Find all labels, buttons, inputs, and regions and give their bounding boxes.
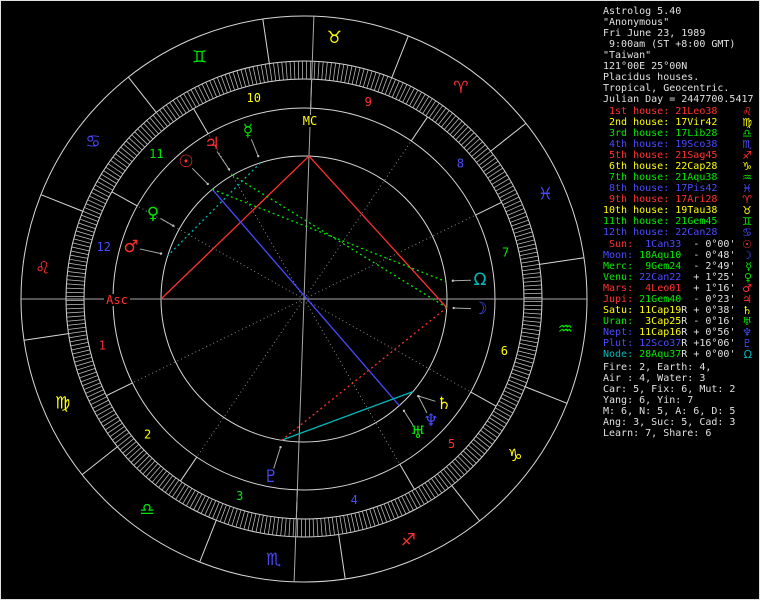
house-row: 11th house: 21Gem45 ♊ (603, 215, 752, 228)
aspect-sextile-line (167, 162, 261, 257)
info-panel: Astrolog 5.40 "Anonymous" Fri June 23, 1… (603, 1, 759, 599)
house-number: 6 (501, 344, 508, 358)
mc-label: MC (303, 114, 317, 128)
house-system: Placidus houses. (603, 72, 700, 83)
house-row: 1st house: 21Leo38 ♌ (603, 105, 752, 118)
sign-aquarius-icon: ♒ (558, 319, 573, 339)
planet-nept-icon: ♆ (423, 411, 438, 431)
sign-gemini-icon: ♊ (192, 48, 207, 68)
sign-leo-icon: ♌ (35, 259, 50, 279)
sign-virgo-icon: ♍ (55, 393, 70, 413)
house-number: 7 (502, 245, 509, 259)
chart-time: 9:00am (ST +8:00 GMT) (603, 39, 736, 50)
planet-row: Satu: 11Cap19R + 0°38' ♄ (603, 304, 752, 317)
sign-cancer-icon: ♋ (85, 132, 100, 152)
planet-row: Mars: 4Leo01 + 1°16' ♂ (603, 282, 752, 295)
tally-elements-1: Fire: 2, Earth: 4, (603, 362, 712, 373)
tally-learn-share: Learn: 7, Share: 6 (603, 428, 712, 439)
house-number: 8 (457, 156, 464, 170)
house-row: 7th house: 21Aqu38 ♒ (603, 171, 752, 184)
planet-row: Plut: 12Sco37R +16°06' ♇ (603, 337, 752, 350)
sign-sagittarius-icon: ♐ (401, 530, 416, 550)
astrolog-window: ♈ ♉ ♊ ♋ ♌ ♍ ♎ ♏ ♐ ♑ ♒ ♓ 1 2 3 4 5 6 7 8 9 10 11 12 ☉ ☽ ☿ ♀ ♂ ♃ ♄ ♅ ♆ ♇ Ω MC… (0, 0, 760, 600)
house-row: 5th house: 21Sag45 ♐ (603, 149, 752, 162)
sign-taurus-icon: ♉ (327, 28, 342, 48)
asc-label: Asc (106, 293, 128, 307)
house-row: 12th house: 22Can28 ♋ (603, 226, 752, 239)
planet-moon-icon: ☽ (472, 299, 487, 319)
house-number: 12 (96, 240, 110, 254)
planet-row: Uran: 3Cap25R - 0°16' ♅ (603, 315, 752, 328)
house-row: 8th house: 17Pis42 ♓ (603, 182, 752, 195)
element-tally: Fire: 2, Earth: 4, Air : 4, Water: 3 Car… (603, 362, 759, 439)
house-cusp-list: 1st house: 21Leo38 ♌ 2nd house: 17Vir42 ♍ … (603, 106, 759, 238)
planet-row: Merc: 9Gem24 - 2°49' ☿ (603, 260, 752, 273)
zodiac-sign-icon: ♋ (742, 226, 752, 239)
aspect-square-line (160, 155, 310, 300)
chart-date: Fri June 23, 1989 (603, 28, 706, 39)
planet-position-list: Sun: 1Can33 - 0°00' ☉ Moon: 18Aqu10 - 0°48… (603, 239, 759, 360)
planet-glyphs: ☉☽☿♀♂♃♄♅♆♇Ω (123, 121, 487, 487)
planet-icon: Ω (743, 348, 752, 361)
planet-jupi-icon: ♃ (204, 134, 219, 154)
aspect-square-line (281, 307, 448, 441)
planet-satu-icon: ♄ (436, 394, 451, 414)
house-number: 3 (236, 489, 243, 503)
planet-row: Sun: 1Can33 - 0°00' ☉ (603, 238, 752, 251)
planet-plut-icon: ♇ (263, 467, 278, 487)
planet-row: Node: 28Aqu37R + 0°00' Ω (603, 348, 752, 361)
house-number: 4 (351, 493, 358, 507)
house-number: 10 (246, 91, 260, 105)
planet-merc-icon: ☿ (243, 121, 253, 141)
app-title: Astrolog 5.40 (603, 6, 682, 17)
house-number: 11 (149, 147, 163, 161)
chart-name: "Anonymous" (603, 17, 670, 28)
house-row: 10th house: 19Tau38 ♉ (603, 204, 752, 217)
aspect-sextile-line (281, 390, 414, 441)
tally-elements-2: Air : 4, Water: 3 (603, 373, 706, 384)
sign-scorpio-icon: ♏ (266, 550, 281, 570)
zodiac-mode: Tropical, Geocentric. (603, 83, 730, 94)
planet-pointers (139, 139, 472, 469)
house-number: 1 (99, 339, 106, 353)
house-row: 2nd house: 17Vir42 ♍ (603, 116, 752, 129)
chart-info-header: Astrolog 5.40 "Anonymous" Fri June 23, 1… (603, 6, 759, 105)
planet-sun-icon: ☉ (178, 152, 193, 172)
tally-mnad: M: 6, N: 5, A: 6, D: 5 (603, 406, 736, 417)
house-number: 9 (365, 95, 372, 109)
planet-venu-icon: ♀ (147, 204, 159, 224)
aspect-trine-line (232, 174, 448, 309)
planet-row: Jupi: 21Gem40 - 0°23' ♃ (603, 293, 752, 306)
house-row: 6th house: 22Cap28 ♑ (603, 160, 752, 173)
house-number: 2 (144, 428, 151, 442)
sign-libra-icon: ♎ (139, 500, 154, 520)
chart-wheel[interactable]: ♈♉♊♋♌♍♎♏♐♑♒♓123 456789101112☉☽☿♀♂♃♄♅♆♇ΩMC… (1, 1, 601, 599)
aspect-square-line (308, 155, 448, 309)
tally-modes: Car: 5, Fix: 6, Mut: 2 (603, 384, 736, 395)
planet-mars-icon: ♂ (123, 237, 138, 257)
sign-capricorn-icon: ♑ (507, 446, 522, 466)
aspect-opposition-line (211, 188, 400, 407)
chart-coords: 121°00E 25°00N (603, 61, 688, 72)
house-row: 4th house: 19Sco38 ♏ (603, 138, 752, 151)
planet-row: Moon: 18Aqu10 - 0°48' ☽ (603, 249, 752, 262)
sign-aries-icon: ♈ (453, 78, 468, 98)
tally-yang-yin: Yang: 6, Yin: 7 (603, 395, 694, 406)
sign-pisces-icon: ♓ (538, 185, 553, 205)
tally-ang-suc-cad: Ang: 3, Suc: 5, Cad: 3 (603, 417, 736, 428)
julian-day: Julian Day = 2447700.5417 (603, 94, 754, 105)
planet-row: Venu: 22Can22 + 1°25' ♀ (603, 271, 752, 284)
house-row: 3rd house: 17Lib28 ♎ (603, 127, 752, 140)
chart-place: "Taiwan" (603, 50, 652, 61)
house-number: 5 (448, 437, 455, 451)
house-row: 9th house: 17Ari28 ♈ (603, 193, 752, 206)
planet-row: Nept: 11Cap16R + 0°56' ♆ (603, 326, 752, 339)
planet-node-icon: Ω (474, 270, 487, 290)
